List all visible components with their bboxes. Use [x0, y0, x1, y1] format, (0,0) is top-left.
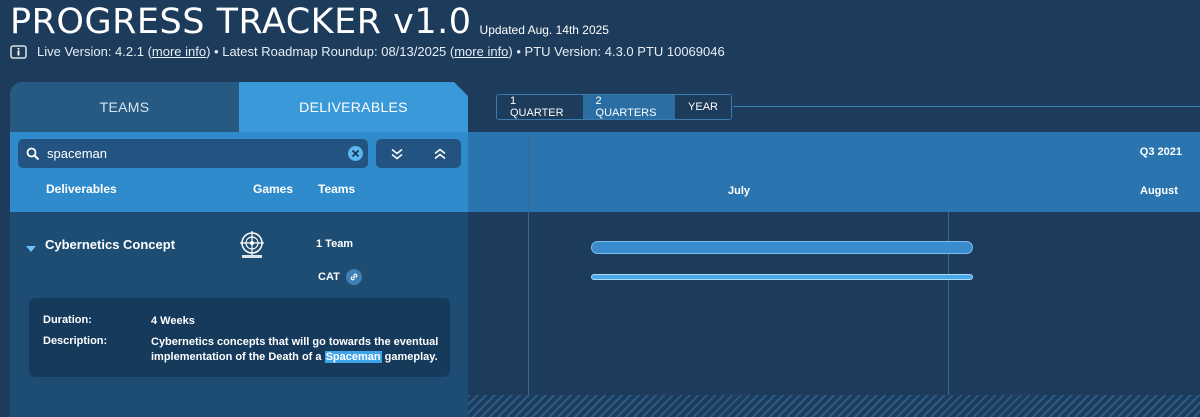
tab-deliverables[interactable]: DELIVERABLES — [239, 82, 468, 132]
tab-teams[interactable]: TEAMS — [10, 82, 239, 132]
caret-down-icon[interactable] — [26, 240, 36, 252]
filter-bar: Deliverables Games Teams — [10, 132, 468, 212]
range-selector: 1 QUARTER 2 QUARTERS YEAR — [496, 94, 732, 120]
search-box — [18, 139, 368, 168]
range-2-quarters-button[interactable]: 2 QUARTERS — [582, 95, 676, 119]
team-timeline-bar[interactable] — [591, 274, 973, 280]
collapse-all-button[interactable] — [419, 139, 462, 168]
deliverables-panel: TEAMS DELIVERABLES spaceman Deliverables… — [10, 82, 468, 417]
hatched-region — [468, 395, 1200, 417]
chevron-double-up-icon — [434, 148, 446, 159]
column-header-games[interactable]: Games — [253, 182, 293, 196]
timeline-body — [468, 212, 1200, 417]
star-citizen-logo-icon — [238, 230, 266, 260]
range-1-quarter-button[interactable]: 1 QUARTER — [497, 95, 583, 119]
timeline-gridline — [528, 132, 529, 212]
deliverable-details: Duration: 4 Weeks Description: Cyberneti… — [29, 298, 450, 377]
live-version-text: Live Version: 4.2.1 ( — [37, 44, 152, 59]
info-icon — [10, 44, 27, 59]
chevron-double-down-icon — [391, 148, 403, 159]
team-item: CAT — [318, 269, 362, 285]
link-icon[interactable] — [345, 269, 362, 285]
timeline-header: Q3 2021 July August — [468, 132, 1200, 212]
description-value: Cybernetics concepts that will go toward… — [151, 335, 451, 365]
expand-collapse-group — [376, 139, 461, 168]
description-text-end: gameplay. — [381, 351, 438, 363]
duration-value: 4 Weeks — [151, 315, 195, 327]
panel-tabs: TEAMS DELIVERABLES — [10, 82, 468, 132]
live-version-more-info-link[interactable]: more info — [152, 44, 206, 59]
deliverable-name[interactable]: Cybernetics Concept — [45, 237, 175, 252]
duration-label: Duration: — [43, 314, 92, 326]
search-highlight: Spaceman — [324, 351, 382, 363]
close-icon — [351, 149, 360, 158]
column-header-teams[interactable]: Teams — [318, 182, 355, 196]
search-input[interactable] — [47, 146, 337, 161]
team-name: CAT — [318, 271, 340, 283]
deliverables-list: Cybernetics Concept 1 Team CAT Duration:… — [10, 212, 468, 417]
expand-all-button[interactable] — [376, 139, 419, 168]
month-label-august: August — [1140, 185, 1178, 197]
timeline-gridline — [528, 212, 529, 417]
timeline-panel: 1 QUARTER 2 QUARTERS YEAR Q3 2021 July A… — [468, 0, 1200, 417]
clear-search-button[interactable] — [348, 146, 363, 161]
range-year-button[interactable]: YEAR — [675, 95, 731, 119]
month-label-july: July — [728, 185, 751, 197]
team-count: 1 Team — [316, 238, 354, 250]
roundup-text: ) • Latest Roadmap Roundup: 08/13/2025 ( — [206, 44, 455, 59]
page-title: PROGRESS TRACKER v1.0 — [10, 2, 472, 42]
deliverable-timeline-bar[interactable] — [591, 241, 973, 254]
search-icon — [26, 147, 40, 161]
quarter-label: Q3 2021 — [1139, 146, 1182, 158]
range-divider-line — [733, 106, 1200, 107]
description-label: Description: — [43, 335, 108, 347]
column-header-deliverables[interactable]: Deliverables — [46, 182, 117, 196]
